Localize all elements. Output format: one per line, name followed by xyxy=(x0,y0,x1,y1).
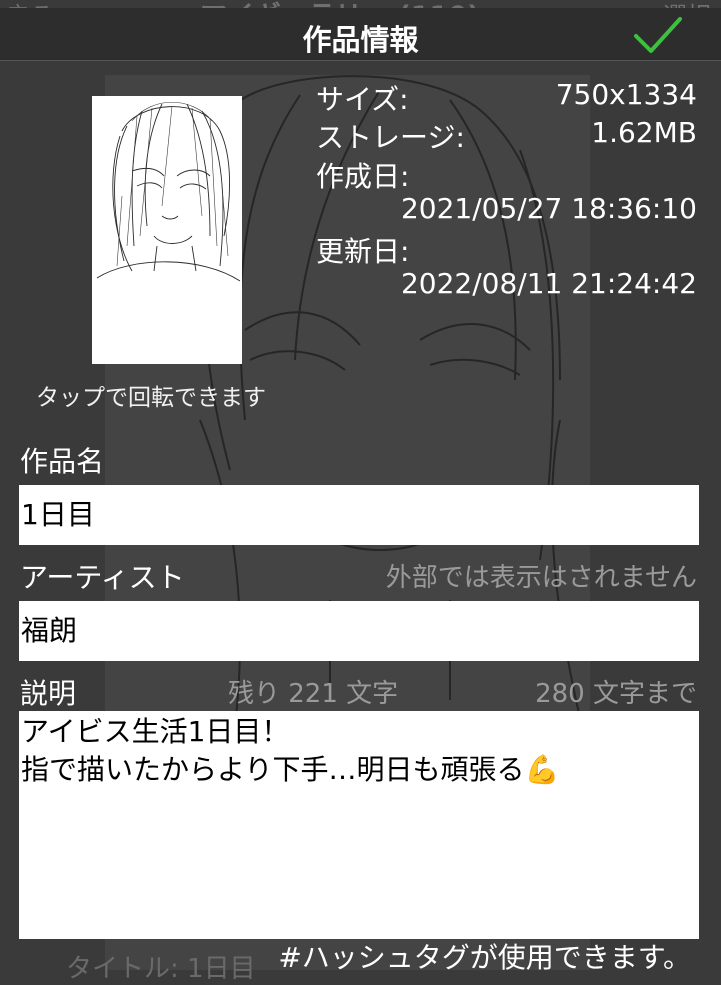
artwork-thumbnail[interactable] xyxy=(92,96,242,364)
updated-label: 更新日: xyxy=(316,235,410,268)
title-field[interactable]: 1日目 xyxy=(19,485,699,545)
created-label: 作成日: xyxy=(316,160,410,193)
hashtag-hint: #ハッシュタグが使用できます。 xyxy=(278,941,691,974)
modal-header: 作品情報 xyxy=(0,8,721,61)
storage-value: 1.62MB xyxy=(591,116,697,149)
size-label: サイズ: xyxy=(316,83,409,116)
max-length-note: 280 文字まで xyxy=(535,679,697,709)
artist-note: 外部では表示はされません xyxy=(385,563,697,593)
storage-label: ストレージ: xyxy=(316,121,465,154)
updated-value: 2022/08/11 21:24:42 xyxy=(400,267,697,300)
artist-field[interactable]: 福朗 xyxy=(19,601,699,661)
confirm-button[interactable] xyxy=(633,14,683,58)
rotate-hint: タップで回転できます xyxy=(36,385,266,411)
underlying-caption: タイトル: 1日目 xyxy=(66,954,256,984)
description-label: 説明 xyxy=(20,677,77,710)
size-value: 750x1334 xyxy=(555,78,697,111)
sketch-image xyxy=(96,102,241,282)
checkmark-icon xyxy=(634,17,682,53)
remaining-count: 残り 221 文字 xyxy=(228,679,399,709)
artist-label: アーティスト xyxy=(20,561,185,594)
description-field[interactable]: アイビス生活1日目！ 指で描いたからより下手…明日も頑張る💪 xyxy=(19,711,699,939)
title-label: 作品名 xyxy=(20,445,105,478)
page-title: 作品情報 xyxy=(302,23,419,57)
created-value: 2021/05/27 18:36:10 xyxy=(400,192,697,225)
